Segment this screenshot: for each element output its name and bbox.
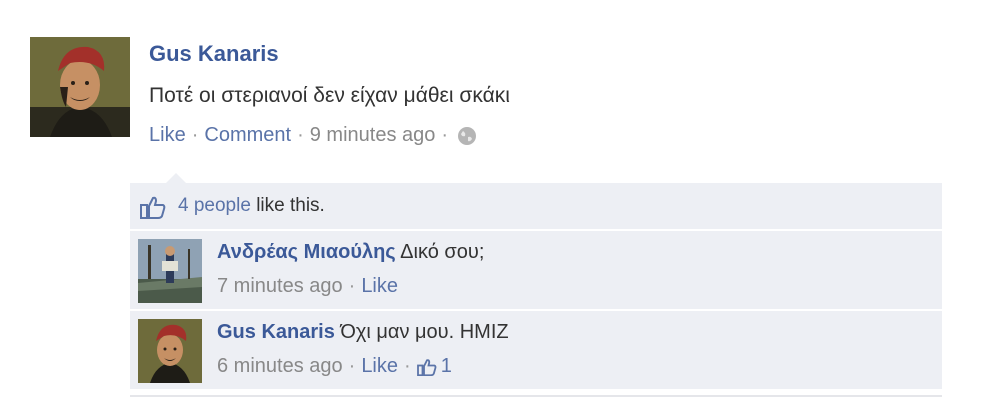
thumbs-up-icon[interactable]	[416, 358, 437, 376]
post-timestamp[interactable]: 9 minutes ago	[310, 124, 436, 147]
likes-suffix: like this.	[256, 195, 325, 216]
comment-meta: 6 minutes ago · Like · 1	[217, 355, 452, 378]
comment-author-name[interactable]: Gus Kanaris	[217, 321, 335, 343]
divider	[130, 395, 942, 397]
comment-item: Ανδρέας Μιαούλης Δικό σου; 7 minutes ago…	[130, 229, 942, 309]
thumbs-up-icon[interactable]	[140, 195, 166, 219]
comment-text: Όχι μαν μου. ΗΜΙΖ	[340, 321, 509, 343]
likes-row: 4 people like this.	[130, 183, 942, 229]
comment-meta: 7 minutes ago · Like	[217, 275, 398, 298]
comment-timestamp[interactable]: 7 minutes ago	[217, 275, 343, 298]
comment-item: Gus Kanaris Όχι μαν μου. ΗΜΙΖ 6 minutes …	[130, 309, 942, 389]
comment-content: Gus Kanaris Όχι μαν μου. ΗΜΙΖ	[217, 321, 509, 344]
feedback-panel: 4 people like this. Ανδρέας Μιαούλης Δικ…	[130, 183, 942, 401]
comment-author-avatar[interactable]	[138, 319, 202, 383]
separator: ·	[348, 355, 356, 377]
comment-like-link[interactable]: Like	[361, 355, 398, 378]
globe-icon[interactable]	[456, 125, 478, 147]
like-link[interactable]: Like	[149, 124, 186, 147]
likes-count-link[interactable]: 4 people	[178, 195, 251, 216]
separator: ·	[297, 124, 304, 146]
comment-author-avatar[interactable]	[138, 239, 202, 303]
comment-content: Ανδρέας Μιαούλης Δικό σου;	[217, 241, 484, 264]
comment-timestamp[interactable]: 6 minutes ago	[217, 355, 343, 378]
comment-link[interactable]: Comment	[204, 124, 291, 147]
post-actions: Like · Comment · 9 minutes ago ·	[149, 124, 478, 147]
likes-summary: 4 people like this.	[178, 195, 325, 217]
separator: ·	[441, 124, 449, 146]
separator: ·	[191, 124, 199, 146]
separator: ·	[404, 355, 411, 377]
comment-like-link[interactable]: Like	[361, 275, 398, 298]
ufi-caret	[166, 173, 186, 183]
comment-like-count[interactable]: 1	[441, 355, 452, 378]
post-author-avatar[interactable]	[30, 37, 130, 137]
post-text: Ποτέ οι στεριανοί δεν είχαν μάθει σκάκι	[149, 84, 510, 107]
comment-text: Δικό σου;	[400, 241, 485, 263]
separator: ·	[348, 275, 356, 297]
post-author-name[interactable]: Gus Kanaris	[149, 41, 279, 67]
comment-author-name[interactable]: Ανδρέας Μιαούλης	[217, 241, 396, 263]
